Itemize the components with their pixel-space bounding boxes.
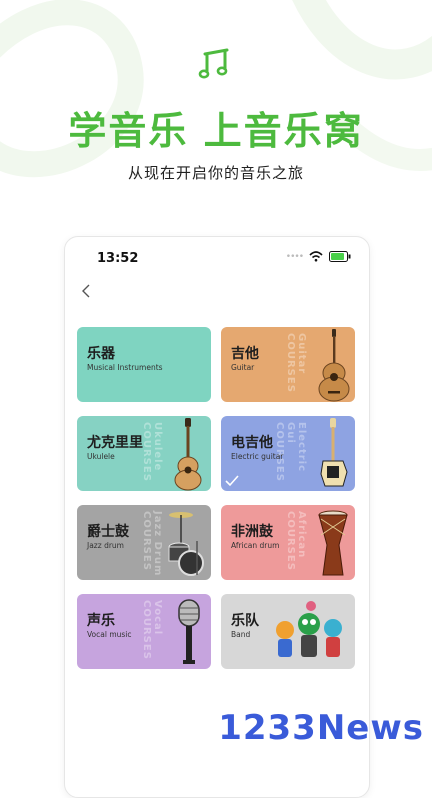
microphone-icon (178, 599, 200, 664)
category-card-african-drum[interactable]: African COURSES 非洲鼓 African drum (221, 505, 355, 580)
category-card-band[interactable]: 乐队 Band (221, 594, 355, 669)
category-card-electric-guitar[interactable]: Electric Gui COURSES 电吉他 Electric guitar (221, 416, 355, 491)
headline: 学音乐 上音乐窝 (68, 109, 364, 153)
category-card-ukulele[interactable]: Ukulele COURSES 尤克里里 Ukulele (77, 416, 211, 491)
category-subtitle: Vocal music (87, 630, 132, 639)
courses-watermark: Ukulele COURSES (141, 422, 163, 482)
subtitle: 从现在开启你的音乐之旅 (127, 164, 304, 182)
category-title: 乐队 (231, 613, 259, 629)
category-subtitle: Guitar (231, 363, 255, 372)
back-chevron-icon[interactable] (79, 283, 95, 299)
signal-dots-icon: •••• (285, 251, 304, 262)
category-subtitle: African drum (231, 541, 280, 550)
category-subtitle: Musical Instruments (87, 363, 163, 372)
category-title: 爵士鼓 (87, 524, 129, 540)
category-title: 乐器 (87, 346, 115, 362)
drum-kit-icon (168, 512, 204, 576)
acoustic-guitar-icon (318, 329, 350, 402)
wifi-icon (309, 251, 323, 262)
courses-watermark: Jazz Drum COURSES (141, 511, 163, 577)
djembe-icon (318, 510, 348, 576)
category-card-guitar[interactable]: Guitar COURSES 吉他 Guitar (221, 327, 355, 402)
category-card-instruments[interactable]: 乐器 Musical Instruments (77, 327, 211, 402)
category-subtitle: Band (231, 630, 251, 639)
category-title: 声乐 (87, 613, 115, 629)
band-characters-illustration (276, 601, 342, 657)
category-title: 电吉他 (231, 435, 273, 451)
category-subtitle: Electric guitar (231, 452, 284, 461)
category-subtitle: Jazz drum (87, 541, 124, 550)
selected-check-icon (225, 475, 239, 487)
category-title: 吉他 (231, 346, 259, 362)
music-note-logo-icon (198, 48, 229, 79)
brand-watermark: 1233News (218, 708, 424, 748)
battery-icon (329, 251, 351, 262)
ukulele-icon (174, 418, 202, 491)
category-card-vocal[interactable]: Vocal COURSES 声乐 Vocal music (77, 594, 211, 669)
courses-watermark: Vocal COURSES (141, 600, 163, 660)
status-time: 13:52 (97, 251, 139, 266)
courses-watermark: African COURSES (285, 511, 307, 571)
category-grid: 乐器 Musical Instruments Guitar COURSES 吉他… (77, 327, 357, 669)
category-subtitle: Ukulele (87, 452, 115, 461)
status-bar-icons: •••• (286, 251, 351, 262)
category-title: 尤克里里 (87, 435, 143, 451)
courses-watermark: Guitar COURSES (285, 333, 307, 393)
electric-guitar-icon (320, 418, 348, 487)
category-title: 非洲鼓 (231, 524, 273, 540)
category-card-jazz-drum[interactable]: Jazz Drum COURSES 爵士鼓 Jazz drum (77, 505, 211, 580)
